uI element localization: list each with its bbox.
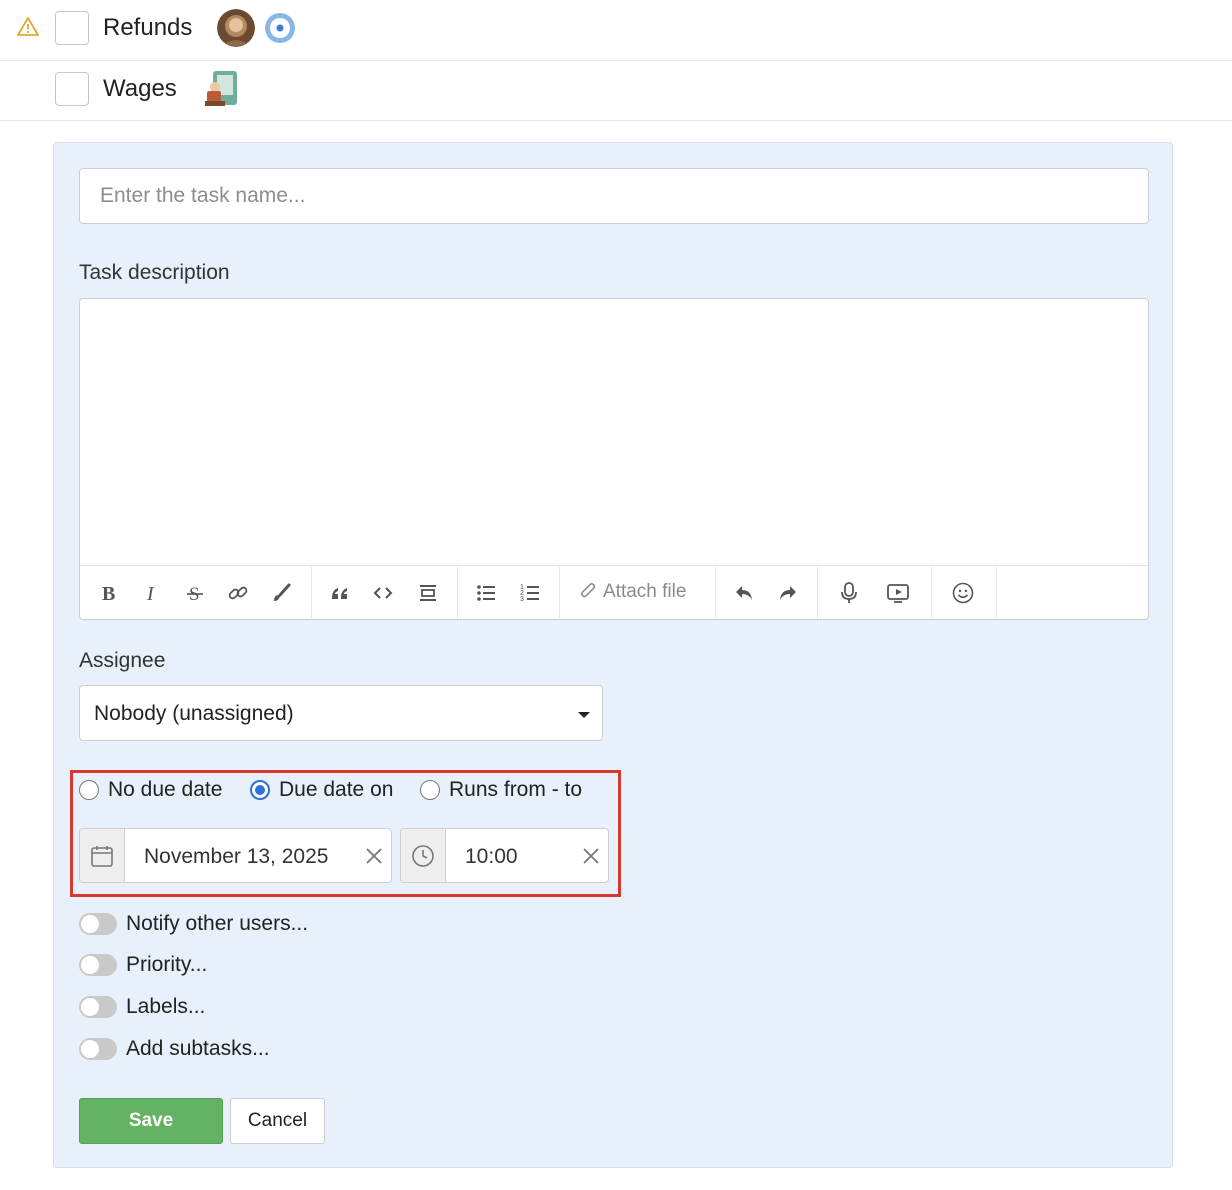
numbered-list-icon[interactable]: 123 [515,578,545,608]
new-task-form: Task description B I S [53,142,1173,1168]
assignee-select[interactable]: Nobody (unassigned) [79,685,603,741]
radio-button[interactable] [420,780,440,800]
radio-label: Runs from - to [449,778,583,801]
attach-file-button[interactable]: Attach file [579,581,686,603]
microphone-icon[interactable] [834,578,864,608]
toggle-priority[interactable]: Priority... [79,950,207,980]
svg-text:B: B [102,583,115,604]
toolbar-group-emoji [931,566,997,619]
toolbar-group-media [817,566,932,619]
task-title[interactable]: Wages [103,75,177,103]
toggle-switch[interactable] [79,996,117,1018]
due-time-value[interactable]: 10:00 [465,845,518,869]
toggle-switch[interactable] [79,1038,117,1060]
woman-avatar[interactable] [217,9,255,47]
toggle-label: Priority... [126,953,208,976]
save-button[interactable]: Save [79,1098,223,1144]
task-checkbox[interactable] [55,11,89,45]
toggle-label: Labels... [126,995,206,1018]
task-description-label: Task description [79,261,230,284]
link-icon[interactable] [223,578,253,608]
task-checkbox[interactable] [55,72,89,106]
editor-toolbar: B I S 1 2 3 Attach file [80,565,1148,619]
clear-date-icon[interactable] [364,846,384,866]
due-time-field[interactable]: 10:00 [400,828,609,883]
clock-icon[interactable] [401,829,446,882]
clear-time-icon[interactable] [581,846,601,866]
radio-button[interactable] [250,780,270,800]
radio-no-due-date[interactable]: No due date [79,777,222,803]
toggle-label: Add subtasks... [126,1037,270,1060]
toggle-notify-users[interactable]: Notify other users... [79,909,308,939]
svg-text:3: 3 [520,596,524,603]
task-name-input[interactable] [79,168,1149,224]
radio-label: No due date [108,778,223,801]
quote-icon[interactable] [325,578,355,608]
toggle-add-subtasks[interactable]: Add subtasks... [79,1034,270,1064]
brush-icon[interactable] [266,578,296,608]
assignee-value: Nobody (unassigned) [94,702,294,725]
bullet-list-icon[interactable] [471,578,501,608]
toolbar-group-block [311,566,458,619]
warning-icon [16,15,40,39]
toggle-switch[interactable] [79,954,117,976]
video-icon[interactable] [883,578,913,608]
radio-due-date-on[interactable]: Due date on [250,777,393,803]
due-date-value[interactable]: November 13, 2025 [144,845,328,869]
radio-runs-from-to[interactable]: Runs from - to [420,777,582,803]
emoji-icon[interactable] [948,578,978,608]
caret-down-icon [578,712,590,718]
target-icon[interactable] [264,12,296,44]
toolbar-group-history [715,566,818,619]
toggle-labels[interactable]: Labels... [79,992,205,1022]
svg-text:I: I [146,583,155,604]
toolbar-group-attach: Attach file [559,566,716,619]
toggle-switch[interactable] [79,913,117,935]
task-description-input[interactable] [80,299,1148,565]
align-center-icon[interactable] [413,578,443,608]
cancel-button[interactable]: Cancel [230,1098,325,1144]
task-row-refunds: Refunds [0,0,1232,61]
task-row-wages: Wages [0,60,1232,121]
code-icon[interactable] [368,578,398,608]
strikethrough-icon[interactable]: S [180,578,210,608]
bold-icon[interactable]: B [94,578,124,608]
undo-icon[interactable] [729,578,759,608]
toolbar-group-format: B I S [80,566,312,619]
attach-file-label: Attach file [603,581,687,602]
cartoon-avatar[interactable] [203,69,239,109]
radio-label: Due date on [279,778,394,801]
radio-button[interactable] [79,780,99,800]
calendar-icon[interactable] [80,829,125,882]
paperclip-icon [580,583,596,598]
redo-icon[interactable] [773,578,803,608]
task-description-editor: B I S 1 2 3 Attach file [79,298,1149,620]
task-title[interactable]: Refunds [103,14,192,42]
italic-icon[interactable]: I [137,578,167,608]
due-date-field[interactable]: November 13, 2025 [79,828,392,883]
toolbar-group-lists: 123 [457,566,560,619]
assignee-label: Assignee [79,649,166,672]
toggle-label: Notify other users... [126,912,309,935]
